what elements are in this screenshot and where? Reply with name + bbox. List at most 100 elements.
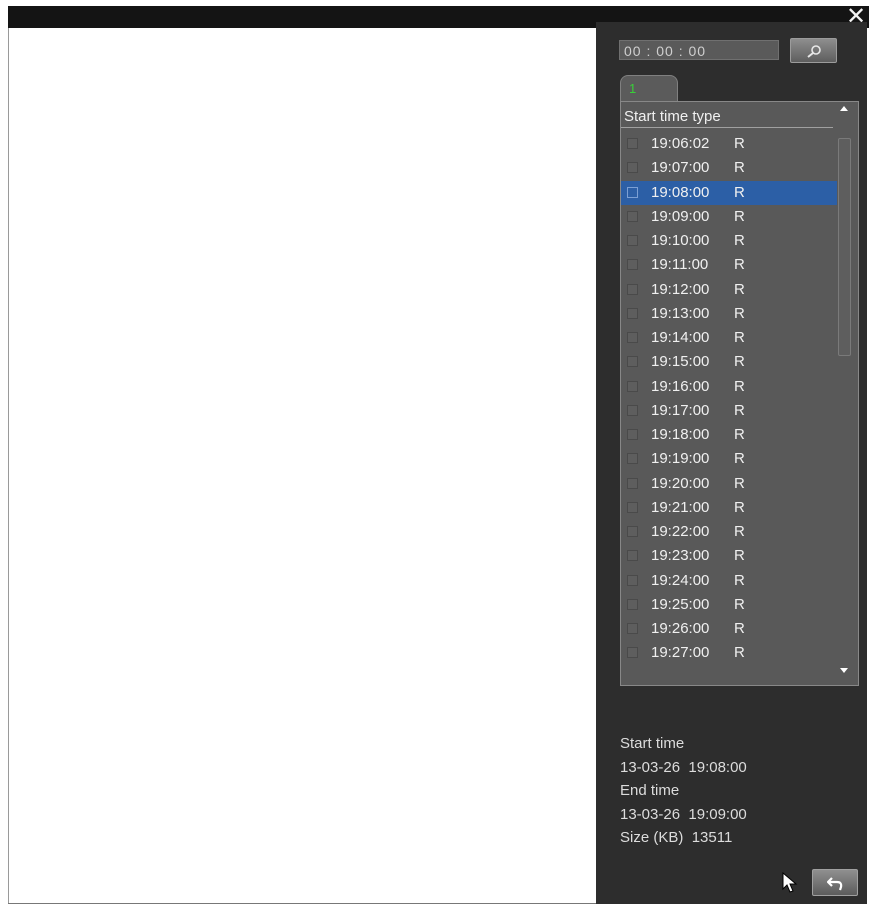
row-type: R: [734, 159, 745, 177]
time-search-input[interactable]: 00 : 00 : 00: [619, 40, 779, 60]
list-item[interactable]: 19:12:00 R: [621, 278, 837, 302]
scroll-down-arrow-icon[interactable]: [840, 668, 848, 673]
row-type: R: [734, 523, 745, 540]
row-start-time: 19:21:00: [651, 498, 710, 516]
row-checkbox[interactable]: [627, 501, 638, 513]
row-start-time: 19:26:00: [651, 620, 710, 637]
list-item[interactable]: 19:24:00 R: [621, 569, 837, 593]
list-item[interactable]: 19:06:02 R: [621, 132, 837, 156]
list-item[interactable]: 19:27:00 R: [621, 641, 837, 665]
list-item[interactable]: 19:16:00 R: [621, 375, 837, 399]
row-checkbox[interactable]: [627, 186, 638, 198]
row-checkbox[interactable]: [627, 283, 638, 295]
row-start-time: 19:09:00: [651, 207, 710, 225]
row-type: R: [734, 474, 745, 492]
tab-channel-1[interactable]: 1: [620, 75, 678, 101]
row-start-time: 19:17:00: [651, 401, 710, 419]
back-button[interactable]: [812, 869, 858, 896]
search-icon: [807, 45, 821, 58]
row-checkbox[interactable]: [627, 477, 638, 489]
row-start-time: 19:15:00: [651, 353, 710, 371]
row-type: R: [734, 183, 745, 201]
row-checkbox[interactable]: [627, 598, 638, 610]
list-header: Start time type: [621, 102, 833, 128]
row-type: R: [734, 207, 745, 225]
row-checkbox[interactable]: [627, 429, 638, 440]
row-checkbox[interactable]: [627, 259, 638, 271]
row-type: R: [734, 450, 745, 468]
row-checkbox[interactable]: [627, 623, 638, 634]
row-start-time: 19:07:00: [651, 159, 710, 177]
row-start-time: 19:12:00: [651, 280, 710, 298]
row-start-time: 19:06:02: [651, 135, 710, 152]
recording-file-list[interactable]: Start time type 19:06:02 R 19:07:00 R 19:08:…: [620, 101, 859, 686]
row-checkbox[interactable]: [627, 380, 638, 392]
file-info: Start time 13-03-26 19:08:00 End time 13…: [620, 732, 820, 850]
list-item[interactable]: 19:11:00 R: [621, 253, 837, 277]
row-type: R: [734, 304, 745, 322]
list-item[interactable]: 19:19:00 R: [621, 447, 837, 471]
row-start-time: 19:27:00: [651, 644, 710, 662]
list-item[interactable]: 19:20:00 R: [621, 472, 837, 496]
list-rows: 19:06:02 R 19:07:00 R 19:08:00 R 19:09:00 R 19:1…: [621, 132, 837, 666]
end-time-label: End time: [620, 782, 680, 799]
list-item[interactable]: 19:10:00 R: [621, 229, 837, 253]
row-start-time: 19:08:00: [651, 183, 710, 201]
row-start-time: 19:10:00: [651, 232, 710, 249]
row-start-time: 19:16:00: [651, 377, 710, 395]
size-value: 13511: [691, 829, 733, 846]
list-item[interactable]: 19:25:00 R: [621, 593, 837, 617]
row-start-time: 19:11:00: [651, 256, 709, 274]
row-type: R: [734, 571, 745, 589]
row-checkbox[interactable]: [627, 356, 638, 368]
video-preview-area: [8, 28, 597, 904]
row-type: R: [734, 256, 745, 274]
list-item[interactable]: 19:17:00 R: [621, 399, 837, 423]
row-start-time: 19:23:00: [651, 547, 710, 565]
row-type: R: [734, 329, 745, 346]
row-checkbox[interactable]: [627, 647, 638, 659]
row-checkbox[interactable]: [627, 526, 638, 537]
row-type: R: [734, 280, 745, 298]
row-checkbox[interactable]: [627, 332, 638, 343]
row-start-time: 19:20:00: [651, 474, 710, 492]
list-item[interactable]: 19:13:00 R: [621, 302, 837, 326]
row-checkbox[interactable]: [627, 550, 638, 562]
list-item[interactable]: 19:21:00 R: [621, 496, 837, 520]
playback-window: ✕ 00 : 00 : 00 1 Start time type 19:06:0…: [0, 0, 869, 906]
row-checkbox[interactable]: [627, 162, 638, 174]
return-icon: [827, 877, 843, 891]
row-start-time: 19:13:00: [651, 304, 710, 322]
row-checkbox[interactable]: [627, 138, 638, 149]
scroll-up-arrow-icon[interactable]: [840, 106, 848, 111]
size-label: Size (KB): [620, 829, 684, 846]
row-checkbox[interactable]: [627, 404, 638, 416]
scroll-thumb[interactable]: [838, 138, 851, 356]
row-checkbox[interactable]: [627, 574, 638, 586]
row-checkbox[interactable]: [627, 453, 638, 465]
list-item[interactable]: 19:08:00 R: [621, 180, 837, 205]
list-item[interactable]: 19:22:00 R: [621, 520, 837, 544]
row-checkbox[interactable]: [627, 307, 638, 319]
list-item[interactable]: 19:18:00 R: [621, 423, 837, 447]
list-item[interactable]: 19:23:00 R: [621, 544, 837, 568]
list-item[interactable]: 19:26:00 R: [621, 617, 837, 641]
row-type: R: [734, 498, 745, 516]
row-start-time: 19:14:00: [651, 329, 710, 346]
row-start-time: 19:18:00: [651, 426, 710, 443]
row-type: R: [734, 426, 745, 443]
row-checkbox[interactable]: [627, 235, 638, 246]
row-type: R: [734, 644, 745, 662]
search-button[interactable]: [790, 38, 837, 63]
row-start-time: 19:22:00: [651, 523, 710, 540]
list-item[interactable]: 19:15:00 R: [621, 350, 837, 374]
list-item[interactable]: 19:07:00 R: [621, 156, 837, 180]
list-item[interactable]: 19:14:00 R: [621, 326, 837, 350]
row-checkbox[interactable]: [627, 210, 638, 222]
row-type: R: [734, 232, 745, 249]
start-time-label: Start time: [620, 735, 685, 752]
row-start-time: 19:24:00: [651, 571, 710, 589]
row-start-time: 19:25:00: [651, 595, 710, 613]
list-item[interactable]: 19:09:00 R: [621, 205, 837, 229]
start-time-value: 13-03-26 19:08:00: [620, 758, 747, 776]
